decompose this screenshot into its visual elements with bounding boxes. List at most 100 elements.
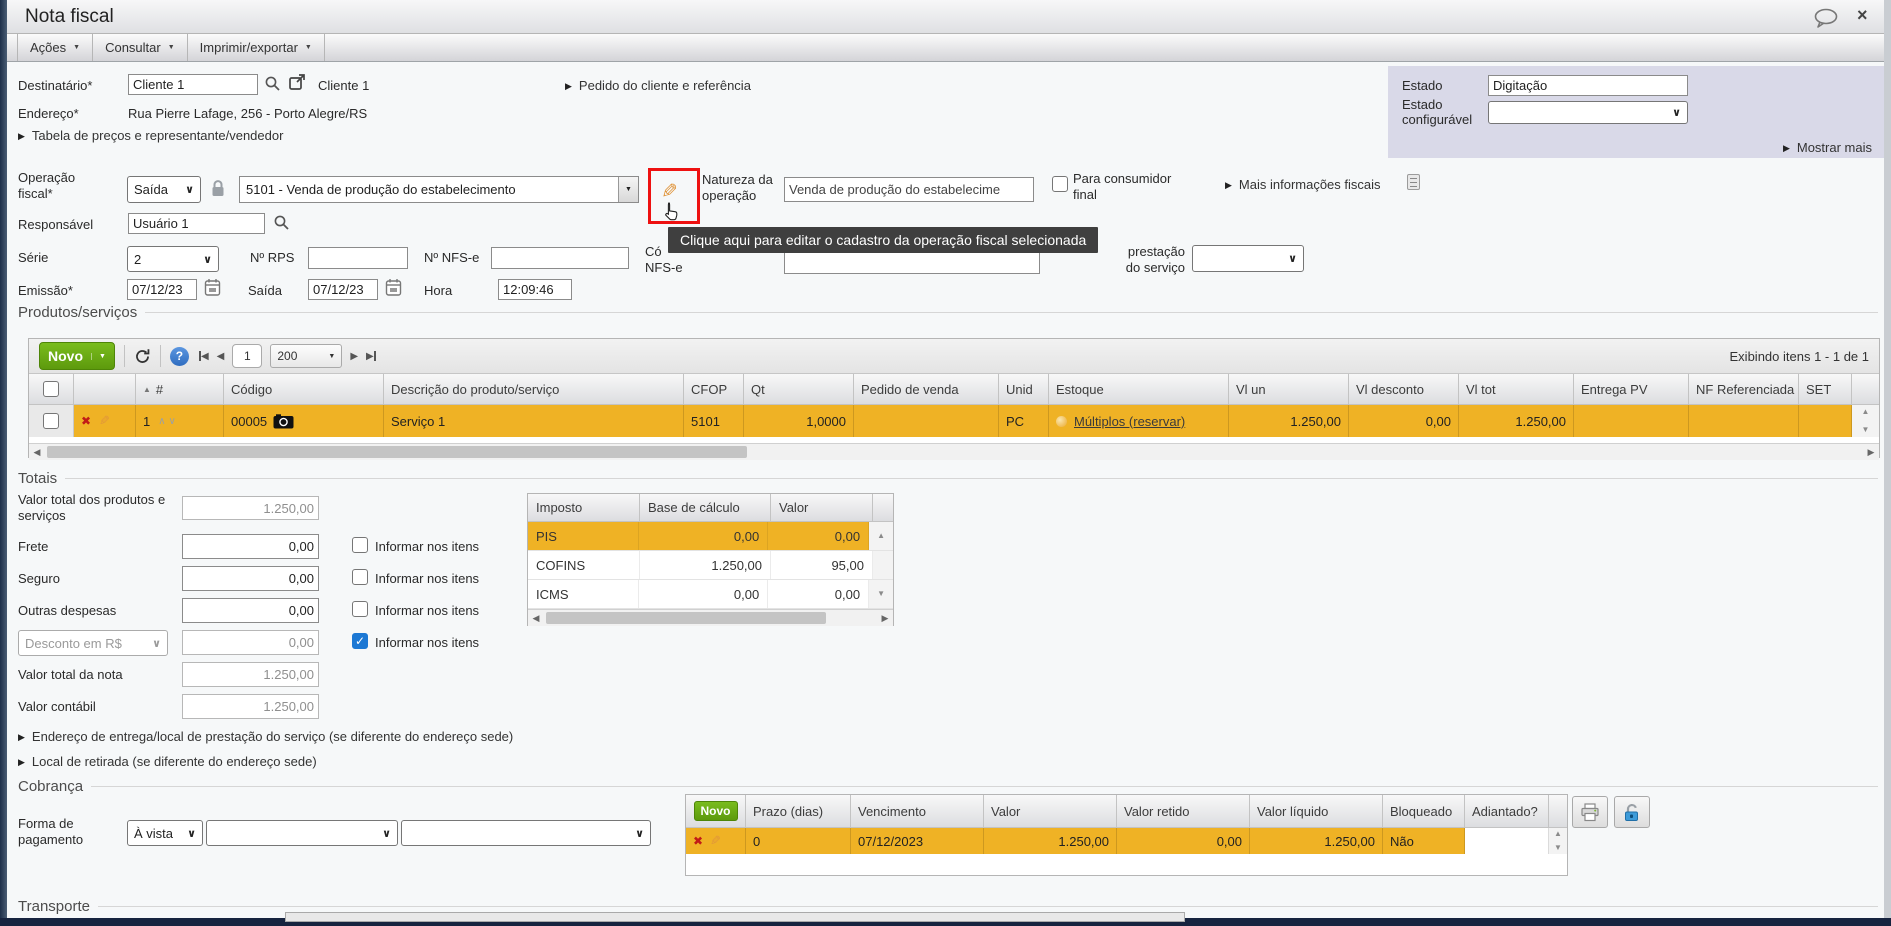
calendar-icon[interactable]: [204, 278, 221, 297]
edit-row-icon[interactable]: [99, 413, 110, 429]
col-estoque[interactable]: Estoque: [1049, 374, 1229, 404]
conta-select[interactable]: ∨: [401, 820, 651, 846]
menu-consultar[interactable]: Consultar: [93, 34, 188, 61]
scroll-left-icon[interactable]: ◀: [29, 447, 45, 458]
col-bloqueado[interactable]: Bloqueado: [1383, 795, 1465, 827]
seguro-input[interactable]: [182, 566, 319, 591]
responsavel-input[interactable]: [128, 213, 265, 234]
col-valor-liquido[interactable]: Valor líquido: [1250, 795, 1383, 827]
endereco-entrega-link[interactable]: Endereço de entrega/local de prestação d…: [18, 729, 513, 744]
open-record-icon[interactable]: [288, 73, 307, 92]
page-size-select[interactable]: 200: [270, 344, 343, 368]
edit-row-icon[interactable]: [710, 833, 721, 849]
hscroll-thumb[interactable]: [47, 446, 747, 458]
condicao-pagamento-select[interactable]: ∨: [206, 820, 398, 846]
col-valor[interactable]: Valor: [771, 494, 873, 521]
transporte-partial-field[interactable]: [285, 912, 1185, 922]
saida-date-input[interactable]: [308, 279, 378, 300]
emissao-date-input[interactable]: [127, 279, 197, 300]
scroll-down-icon[interactable]: ▼: [1554, 844, 1562, 852]
close-icon[interactable]: ×: [1857, 5, 1868, 26]
scroll-up-icon[interactable]: ▲: [877, 532, 885, 540]
cobranca-novo-button[interactable]: Novo: [693, 801, 738, 821]
destinatario-input[interactable]: [128, 74, 258, 95]
rps-input[interactable]: [308, 247, 408, 269]
scroll-up-icon[interactable]: ▲: [1862, 408, 1870, 416]
help-icon[interactable]: ?: [169, 346, 189, 366]
frete-informar-checkbox[interactable]: [352, 537, 368, 553]
combo-caret-icon[interactable]: ▼: [618, 177, 638, 202]
col-codigo[interactable]: Código: [224, 374, 384, 404]
outras-despesas-input[interactable]: [182, 598, 319, 623]
col-valor[interactable]: Valor: [984, 795, 1117, 827]
col-pedido-venda[interactable]: Pedido de venda: [854, 374, 999, 404]
calendar-icon[interactable]: [385, 278, 402, 297]
codigo-nfse-input[interactable]: [784, 251, 1040, 274]
estoque-link[interactable]: Múltiplos (reservar): [1074, 414, 1185, 429]
produtos-row[interactable]: 1∧∨ 00005 Serviço 1 5101 1,0000 PC Múlti…: [29, 405, 1879, 437]
mais-informacoes-link[interactable]: Mais informações fiscais: [1225, 177, 1381, 192]
hora-input[interactable]: [498, 279, 572, 300]
search-icon[interactable]: [264, 75, 281, 92]
produtos-hscrollbar[interactable]: ◀ ▶: [29, 443, 1879, 460]
next-page-icon[interactable]: ▶: [350, 351, 358, 362]
col-cfop[interactable]: CFOP: [684, 374, 744, 404]
novo-button[interactable]: Novo: [39, 342, 115, 370]
last-page-icon[interactable]: ▶: [366, 351, 376, 362]
reorder-icons[interactable]: ∧∨: [158, 416, 179, 427]
scroll-down-icon[interactable]: ▼: [877, 590, 885, 598]
scroll-left-icon[interactable]: ◀: [528, 613, 544, 624]
prev-page-icon[interactable]: ◀: [217, 351, 225, 362]
consumidor-final-checkbox[interactable]: [1052, 176, 1068, 192]
print-boleto-button[interactable]: [1572, 796, 1608, 828]
scroll-right-icon[interactable]: ▶: [877, 613, 893, 624]
col-num[interactable]: #: [136, 374, 224, 404]
imposto-row-icms[interactable]: ICMS 0,00 0,00 ▼: [528, 580, 893, 609]
imposto-row-cofins[interactable]: COFINS 1.250,00 95,00: [528, 551, 893, 580]
col-set[interactable]: SET: [1799, 374, 1852, 404]
search-icon[interactable]: [273, 214, 290, 231]
menu-imprimir-exportar[interactable]: Imprimir/exportar: [188, 34, 325, 61]
scroll-down-icon[interactable]: ▼: [1862, 426, 1870, 434]
impostos-hscrollbar[interactable]: ◀ ▶: [528, 609, 893, 626]
col-base-calculo[interactable]: Base de cálculo: [640, 494, 771, 521]
page-number[interactable]: 1: [232, 344, 263, 368]
nfse-input[interactable]: [491, 247, 629, 269]
estado-configuravel-select[interactable]: ∨: [1488, 101, 1688, 124]
serie-select[interactable]: 2 ∨: [127, 246, 219, 272]
col-vl-desconto[interactable]: Vl desconto: [1349, 374, 1459, 404]
desconto-informar-checkbox[interactable]: [352, 633, 368, 649]
col-entrega-pv[interactable]: Entrega PV: [1574, 374, 1689, 404]
pedido-cliente-link[interactable]: Pedido do cliente e referência: [565, 78, 751, 93]
col-unid[interactable]: Unid: [999, 374, 1049, 404]
first-page-icon[interactable]: ◀: [198, 351, 209, 362]
imposto-row-pis[interactable]: PIS 0,00 0,00 ▲: [528, 522, 893, 551]
outras-informar-checkbox[interactable]: [352, 601, 368, 617]
mostrar-mais-link[interactable]: Mostrar mais: [1783, 140, 1872, 155]
seguro-informar-checkbox[interactable]: [352, 569, 368, 585]
refresh-icon[interactable]: [134, 348, 151, 365]
estado-input[interactable]: [1488, 75, 1688, 96]
edit-pencil-icon[interactable]: [661, 179, 678, 204]
cobranca-row[interactable]: 0 07/12/2023 1.250,00 0,00 1.250,00 Não …: [686, 828, 1567, 854]
col-prazo[interactable]: Prazo (dias): [746, 795, 851, 827]
col-vencimento[interactable]: Vencimento: [851, 795, 984, 827]
select-all-checkbox[interactable]: [43, 381, 59, 397]
local-retirada-link[interactable]: Local de retirada (se diferente do ender…: [18, 754, 317, 769]
frete-input[interactable]: [182, 534, 319, 559]
camera-icon[interactable]: [273, 413, 294, 429]
row-checkbox[interactable]: [43, 413, 59, 429]
chat-bubble-icon[interactable]: [1813, 8, 1839, 28]
note-icon[interactable]: [1407, 174, 1420, 190]
operacao-fiscal-combobox[interactable]: 5101 - Venda de produção do estabelecime…: [239, 176, 639, 203]
prestacao-servico-select[interactable]: ∨: [1192, 245, 1304, 272]
col-qt[interactable]: Qt: [744, 374, 854, 404]
col-valor-retido[interactable]: Valor retido: [1117, 795, 1250, 827]
col-nf-referenciada[interactable]: NF Referenciada: [1689, 374, 1799, 404]
scroll-up-icon[interactable]: ▲: [1554, 830, 1562, 838]
col-imposto[interactable]: Imposto: [528, 494, 640, 521]
forma-pagamento-select[interactable]: À vista ∨: [127, 820, 203, 846]
scroll-right-icon[interactable]: ▶: [1863, 447, 1879, 458]
lock-installments-button[interactable]: [1614, 796, 1650, 828]
hscroll-thumb[interactable]: [546, 612, 826, 624]
